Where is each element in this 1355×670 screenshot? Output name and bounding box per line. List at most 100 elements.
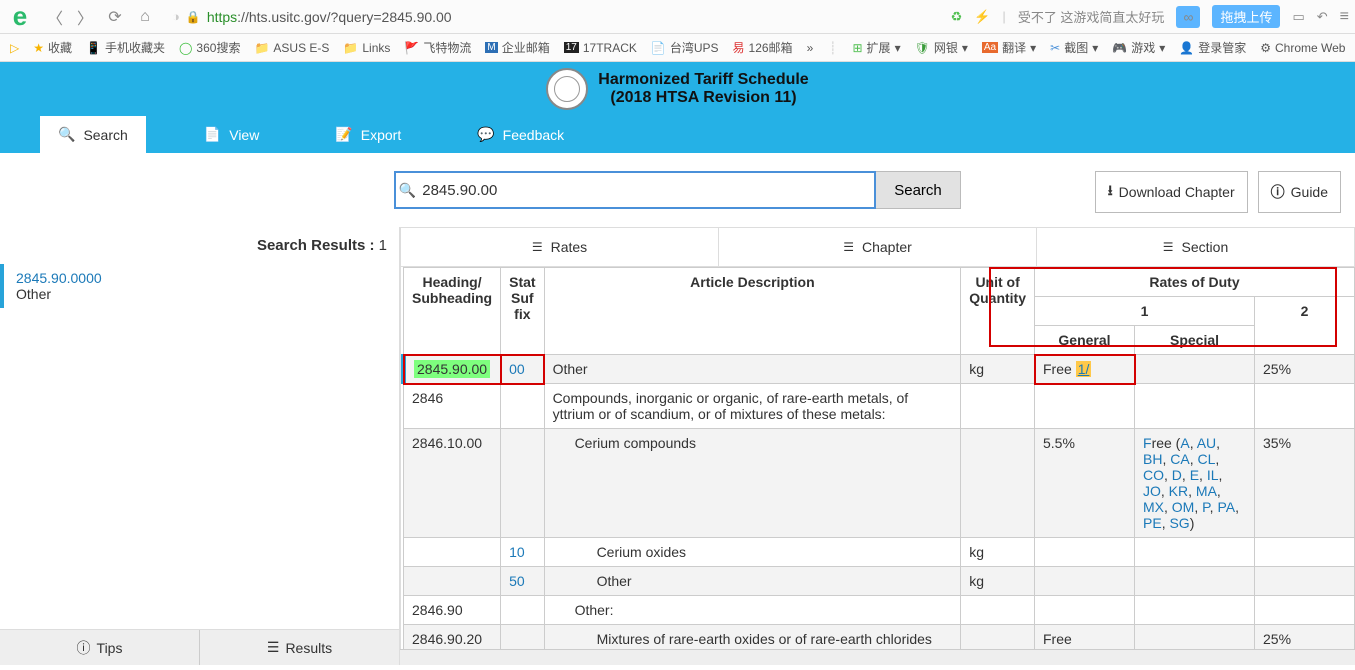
toolbar-item[interactable]: 🎮游戏 ▾: [1112, 39, 1165, 56]
forward-button[interactable]: 〉: [72, 4, 98, 30]
country-code-link[interactable]: CO: [1143, 467, 1164, 483]
country-code-link[interactable]: BH: [1143, 451, 1162, 467]
toolbar-item[interactable]: 👤登录管家: [1179, 39, 1246, 56]
expand-icon[interactable]: ▷: [10, 41, 19, 55]
country-code-link[interactable]: MA: [1196, 483, 1217, 499]
bookmark-item[interactable]: 📁Links: [343, 41, 390, 55]
tab-view[interactable]: 📄View: [186, 116, 278, 153]
menu-icon: ☰: [532, 240, 543, 254]
toolbar-item[interactable]: Aa翻译 ▾: [982, 39, 1036, 56]
bookmark-item[interactable]: ◯360搜索: [179, 39, 240, 56]
country-code-link[interactable]: A: [1180, 435, 1189, 451]
cell-special: [1135, 384, 1255, 429]
browser-logo: e: [6, 3, 34, 31]
country-code-link[interactable]: AU: [1197, 435, 1216, 451]
home-button[interactable]: ⌂: [132, 4, 158, 30]
lock-icon: 🔒: [186, 10, 201, 24]
search-input[interactable]: [418, 173, 874, 207]
th-general: General: [1035, 326, 1135, 355]
cell-unit: [961, 429, 1035, 538]
promo-text: 受不了 这游戏简直太好玩: [1018, 7, 1165, 26]
cell-general: Free 1/: [1035, 355, 1135, 384]
device-icon[interactable]: ▭: [1292, 9, 1304, 25]
toolbar-item[interactable]: ⊞扩展 ▾: [852, 39, 900, 56]
search-result-item[interactable]: 2845.90.0000 Other: [0, 264, 399, 308]
undo-icon[interactable]: ↶: [1317, 9, 1328, 25]
cell-stat: 10: [501, 538, 544, 567]
bookmark-item[interactable]: 📄台湾UPS: [651, 39, 719, 56]
viewtab-chapter[interactable]: ☰Chapter: [718, 228, 1036, 266]
tab-search[interactable]: 🔍Search: [40, 116, 146, 153]
country-code-link[interactable]: PE: [1143, 515, 1162, 531]
shield-icon: ◑: [172, 9, 180, 24]
cell-unit: [961, 596, 1035, 625]
cell-description: Mixtures of rare-earth oxides or of rare…: [544, 625, 961, 650]
bolt-icon[interactable]: ⚡: [974, 9, 990, 25]
country-code-link[interactable]: F: [1143, 435, 1152, 451]
country-code-link[interactable]: KR: [1169, 483, 1188, 499]
bookmark-item[interactable]: 📱手机收藏夹: [86, 39, 165, 56]
tab-feedback[interactable]: 💬Feedback: [459, 116, 582, 153]
guide-button[interactable]: ⓘGuide: [1258, 171, 1341, 213]
country-code-link[interactable]: CL: [1197, 451, 1215, 467]
country-code-link[interactable]: SG: [1169, 515, 1189, 531]
cell-stat: [501, 596, 544, 625]
country-code-link[interactable]: D: [1172, 467, 1182, 483]
url-bar[interactable]: ◑ 🔒 https://hts.usitc.gov/?query=2845.90…: [166, 7, 943, 27]
country-code-link[interactable]: PA: [1217, 499, 1235, 515]
country-code-link[interactable]: CA: [1170, 451, 1189, 467]
cell-col2: [1255, 596, 1355, 625]
horizontal-scrollbar[interactable]: [400, 649, 1355, 665]
bookmark-item[interactable]: 🚩飞特物流: [404, 39, 471, 56]
country-code-link[interactable]: E: [1190, 467, 1199, 483]
toolbar-item[interactable]: ✂截图 ▾: [1050, 39, 1098, 56]
refresh-button[interactable]: ⟳: [102, 4, 128, 30]
tips-button[interactable]: ⓘTips: [0, 630, 199, 665]
cell-stat: 00: [501, 355, 544, 384]
country-code-link[interactable]: IL: [1207, 467, 1219, 483]
menu-icon: ☰: [1163, 240, 1174, 254]
toolbar-item[interactable]: ⚙Chrome Web: [1260, 41, 1345, 55]
bookmark-item[interactable]: 易126邮箱: [733, 39, 793, 56]
recycle-icon[interactable]: ♻: [951, 9, 963, 25]
cell-heading: 2846.90: [404, 596, 501, 625]
cell-special: [1135, 355, 1255, 384]
cell-unit: [961, 384, 1035, 429]
search-button[interactable]: Search: [876, 171, 961, 209]
table-row: 2846.90Other:: [404, 596, 1355, 625]
export-icon: 📝: [335, 126, 352, 143]
country-code-link[interactable]: JO: [1143, 483, 1161, 499]
feedback-icon: 💬: [477, 126, 494, 143]
tab-export[interactable]: 📝Export: [317, 116, 419, 153]
cell-heading: 2846: [404, 384, 501, 429]
table-row: 10Cerium oxideskg: [404, 538, 1355, 567]
download-chapter-button[interactable]: ⭳Download Chapter: [1095, 171, 1248, 213]
cell-col2: [1255, 538, 1355, 567]
country-code-link[interactable]: MX: [1143, 499, 1164, 515]
menu-icon[interactable]: ≡: [1340, 8, 1349, 26]
cell-col2: 25%: [1255, 625, 1355, 650]
toolbar-item[interactable]: 🛡网银 ▾: [915, 39, 968, 56]
upload-button[interactable]: 拖拽上传: [1212, 5, 1280, 28]
th-special: Special: [1135, 326, 1255, 355]
bookmark-item[interactable]: 1717TRACK: [564, 41, 637, 55]
results-button[interactable]: ☰Results: [199, 630, 399, 665]
viewtab-rates[interactable]: ☰Rates: [400, 228, 718, 266]
bookmark-item[interactable]: ★收藏: [33, 39, 72, 56]
th-stat: Stat Suf fix: [501, 268, 544, 355]
cell-heading: [404, 567, 501, 596]
page-subtitle: (2018 HTSA Revision 11): [598, 89, 808, 107]
country-code-link[interactable]: P: [1202, 499, 1210, 515]
cloud-icon[interactable]: ∞: [1176, 6, 1200, 28]
bookmark-item[interactable]: 📁ASUS E-S: [254, 41, 329, 55]
more-bookmarks[interactable]: »: [807, 41, 814, 55]
viewtab-section[interactable]: ☰Section: [1036, 228, 1354, 266]
bookmark-item[interactable]: M企业邮箱: [485, 39, 549, 56]
country-code-link[interactable]: OM: [1172, 499, 1195, 515]
table-row: 50Otherkg: [404, 567, 1355, 596]
back-button[interactable]: 〈: [42, 4, 68, 30]
search-icon: 🔍: [58, 126, 75, 143]
cell-unit: kg: [961, 567, 1035, 596]
info-icon: ⓘ: [77, 638, 91, 658]
footnote-link[interactable]: 1/: [1076, 361, 1092, 377]
